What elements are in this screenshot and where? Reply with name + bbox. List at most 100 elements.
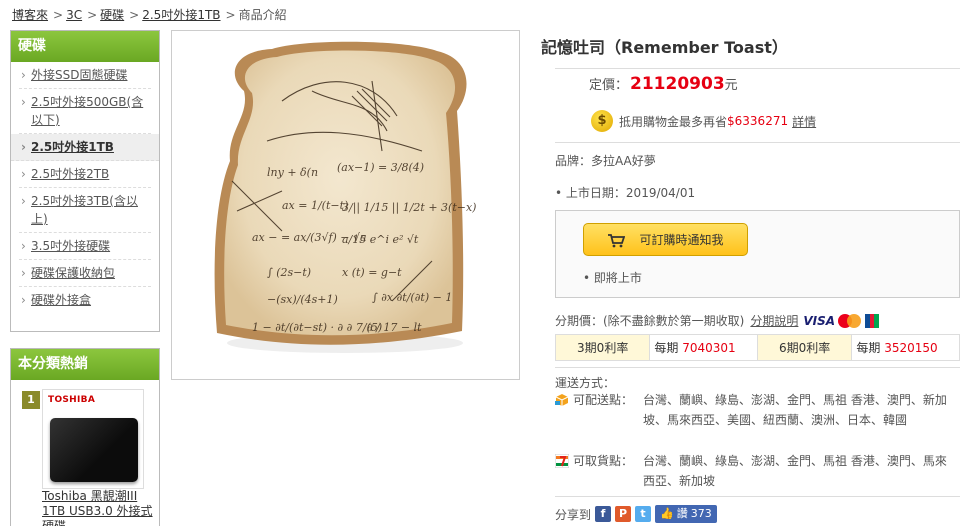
hot-product-image[interactable]: TOSHIBA xyxy=(42,389,144,489)
installment-term: 6期0利率 xyxy=(756,334,853,361)
category-item-label[interactable]: 硬碟保護收納包 xyxy=(31,266,115,280)
breadcrumb-1tb[interactable]: 2.5吋外接1TB xyxy=(142,8,220,22)
rebate-amount: $6336271 xyxy=(727,114,789,128)
category-item-label[interactable]: 外接SSD固態硬碟 xyxy=(31,68,127,82)
category-item[interactable]: 2.5吋外接500GB(含以下) xyxy=(19,89,151,134)
release-date-label: 上市日期： xyxy=(565,186,626,200)
category-item[interactable]: 硬碟保護收納包 xyxy=(19,260,151,287)
rebate-text: 抵用購物金最多再省 xyxy=(619,114,728,129)
divider xyxy=(555,496,960,497)
share-row: 分享到 f P t 👍 讚 373 xyxy=(555,505,717,523)
breadcrumb-current: 商品介紹 xyxy=(238,8,287,22)
category-item[interactable]: 3.5吋外接硬碟 xyxy=(19,233,151,260)
brand-row: 品牌：多拉AA好夢 xyxy=(555,152,656,169)
category-item[interactable]: 外接SSD固態硬碟 xyxy=(19,62,151,89)
installment-per-amount: 7040301 xyxy=(682,341,736,355)
pickup-label: 可取貨點： xyxy=(573,454,634,468)
coming-soon-label: 即將上市 xyxy=(593,271,642,285)
share-label: 分享到 xyxy=(555,507,592,522)
category-item-label[interactable]: 3.5吋外接硬碟 xyxy=(31,239,110,253)
category-item[interactable]: 2.5吋外接3TB(含以上) xyxy=(19,188,151,233)
plurk-icon[interactable]: P xyxy=(615,506,632,522)
svg-text:∫ ∂x ∂t/(∂t) − 1: ∫ ∂x ∂t/(∂t) − 1 xyxy=(372,291,452,304)
rebate-detail-link[interactable]: 詳情 xyxy=(792,113,816,130)
hot-product-brand-logo: TOSHIBA xyxy=(48,395,96,405)
product-image[interactable]: lny + δ(n (ax−1) = 3/8(4) ax = 1/(t−t) 3… xyxy=(171,30,520,380)
divider xyxy=(555,68,960,69)
like-label: 讚 xyxy=(676,507,688,520)
svg-text:x (t) = g−t: x (t) = g−t xyxy=(342,266,402,279)
breadcrumb-home[interactable]: 博客來 xyxy=(12,8,48,22)
category-panel: 硬碟 外接SSD固態硬碟 2.5吋外接500GB(含以下) 2.5吋外接1TB … xyxy=(10,30,160,332)
price-value: 21120903 xyxy=(630,74,725,94)
category-item-label[interactable]: 2.5吋外接1TB xyxy=(31,140,114,154)
seven-eleven-icon xyxy=(554,453,570,469)
toast-image: lny + δ(n (ax−1) = 3/8(4) ax = 1/(t−t) 3… xyxy=(214,41,476,353)
rebate-row: $ 抵用購物金最多再省 $6336271 詳情 xyxy=(591,110,816,132)
release-date-row: • 上市日期：2019/04/01 xyxy=(555,186,696,200)
notify-box: 可訂購時通知我 • 即將上市 xyxy=(555,210,960,298)
visa-logo: VISA xyxy=(803,313,836,328)
category-item-label[interactable]: 2.5吋外接3TB(含以上) xyxy=(31,194,138,226)
shipping-label: 運送方式： xyxy=(555,376,616,390)
delivery-row: 可配送點： 台灣、蘭嶼、綠島、澎湖、金門、馬祖 香港、澳門、新加坡、馬來西亞、美… xyxy=(555,390,960,450)
cart-icon xyxy=(607,233,626,247)
hot-sellers-title: 本分類熱銷 xyxy=(11,349,159,380)
brand-label: 品牌： xyxy=(555,154,592,168)
breadcrumb-separator: > xyxy=(53,8,64,22)
svg-text:ax = 1/(t−t): ax = 1/(t−t) xyxy=(282,199,348,212)
svg-text:−(sx)/(4s+1): −(sx)/(4s+1) xyxy=(267,293,338,306)
installment-per-label: 每期 xyxy=(654,341,679,355)
divider xyxy=(555,142,960,143)
category-panel-title: 硬碟 xyxy=(11,31,159,62)
breadcrumb-separator: > xyxy=(129,8,140,22)
coin-icon: $ xyxy=(591,110,613,132)
hot-rank-badge: 1 xyxy=(22,391,40,409)
price-label: 定價： xyxy=(589,78,629,93)
facebook-icon[interactable]: f xyxy=(595,506,612,522)
svg-text:a/15 e^i e² √t: a/15 e^i e² √t xyxy=(342,233,419,246)
hot-sellers-panel: 本分類熱銷 1 TOSHIBA Toshiba 黑靚潮III 1TB USB3.… xyxy=(10,348,160,526)
facebook-like-button[interactable]: 👍 讚 373 xyxy=(655,505,717,523)
price-row: 定價： 21120903元 xyxy=(589,74,738,94)
release-date-value: 2019/04/01 xyxy=(625,186,696,200)
thumbs-up-icon: 👍 xyxy=(660,507,674,520)
pickup-places: 台灣、蘭嶼、綠島、澎湖、金門、馬祖 香港、澳門、馬來西亞、新加坡 xyxy=(643,454,947,488)
installment-table: 3期0利率 每期 7040301 6期0利率 每期 3520150 xyxy=(554,334,960,361)
category-item[interactable]: 2.5吋外接2TB xyxy=(19,161,151,188)
category-item[interactable]: 硬碟外接盒 xyxy=(19,287,151,313)
installment-label: 分期價：(除不盡餘數於第一期收取) xyxy=(555,314,745,328)
category-item-active[interactable]: 2.5吋外接1TB xyxy=(11,134,159,161)
installment-info-link[interactable]: 分期說明 xyxy=(750,312,798,329)
installment-row: 分期價：(除不盡餘數於第一期收取) 分期說明 VISA xyxy=(555,312,880,329)
coming-soon-text: • 即將上市 xyxy=(583,271,642,285)
installment-per-amount: 3520150 xyxy=(884,341,938,355)
brand-value[interactable]: 多拉AA好夢 xyxy=(591,154,656,168)
twitter-icon[interactable]: t xyxy=(635,506,652,522)
delivery-label: 可配送點： xyxy=(573,393,634,407)
notify-me-label: 可訂購時通知我 xyxy=(639,233,724,247)
category-item-label[interactable]: 硬碟外接盒 xyxy=(31,293,91,307)
delivery-box-icon xyxy=(555,393,569,407)
category-list: 外接SSD固態硬碟 2.5吋外接500GB(含以下) 2.5吋外接1TB 2.5… xyxy=(11,62,159,313)
category-item-label[interactable]: 2.5吋外接500GB(含以下) xyxy=(31,95,143,127)
mastercard-icon xyxy=(838,313,862,328)
price-unit: 元 xyxy=(724,78,738,93)
hot-product-name[interactable]: Toshiba 黑靚潮III 1TB USB3.0 外接式硬碟 xyxy=(42,489,154,526)
installment-term: 3期0利率 xyxy=(554,334,651,361)
installment-per-label: 每期 xyxy=(856,341,881,355)
svg-text:∂ / 17 − lt: ∂ / 17 − lt xyxy=(367,321,422,334)
category-item-label[interactable]: 2.5吋外接2TB xyxy=(31,167,109,181)
hard-drive-image xyxy=(50,418,138,482)
pickup-row: 可取貨點： 台灣、蘭嶼、綠島、澎湖、金門、馬祖 香港、澳門、馬來西亞、新加坡 xyxy=(554,451,960,491)
divider xyxy=(555,367,960,368)
breadcrumb-3c[interactable]: 3C xyxy=(66,8,82,22)
product-info: 記憶吐司（Remember Toast） 定價： 21120903元 $ 抵用購物… xyxy=(541,0,968,526)
notify-me-button[interactable]: 可訂購時通知我 xyxy=(583,223,748,256)
breadcrumb-separator: > xyxy=(225,8,236,22)
installment-amount: 每期 7040301 xyxy=(649,334,758,361)
svg-text:3/|| 1/15 || 1/2t + 3(t−x): 3/|| 1/15 || 1/2t + 3(t−x) xyxy=(342,201,476,215)
like-count: 373 xyxy=(690,507,712,520)
svg-text:lny + δ(n: lny + δ(n xyxy=(267,166,318,179)
breadcrumb-hdd[interactable]: 硬碟 xyxy=(100,8,124,22)
